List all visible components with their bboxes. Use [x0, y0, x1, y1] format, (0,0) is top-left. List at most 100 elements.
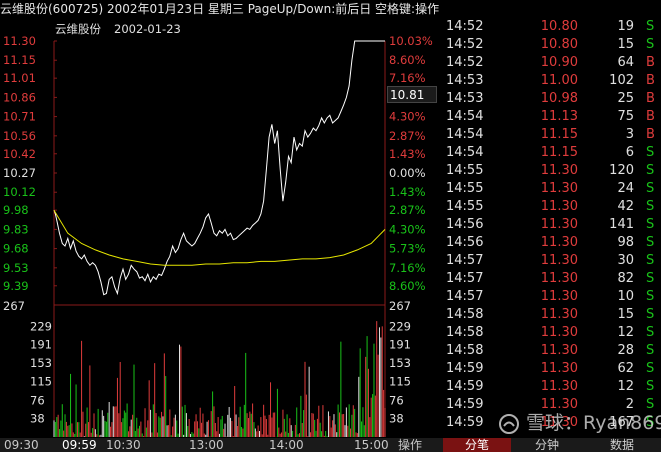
tick-side: S [646, 163, 655, 178]
tick-price: 11.15 [540, 127, 578, 142]
tick-price: 11.30 [540, 307, 578, 322]
tick-list[interactable]: 14:52 10.80 19 S 14:52 10.80 15 S 14:52 10.90 64 B 1… [440, 18, 661, 438]
tick-side: S [646, 307, 655, 322]
volume-tick-label: 38 [30, 412, 45, 426]
tick-row[interactable]: 14:59 11.30 62 S [440, 360, 661, 378]
tick-row[interactable]: 14:55 11.30 42 S [440, 198, 661, 216]
tick-row[interactable]: 14:57 11.30 30 S [440, 252, 661, 270]
tick-side: S [646, 217, 655, 232]
volume-tick-label-right: 76 [389, 393, 404, 407]
tick-time: 14:58 [446, 343, 484, 358]
intraday-chart-svg: 云维股份 2002-01-23 11.30 10.03% 11.15 8.60% 11.01… [3, 22, 433, 437]
tab-shuju[interactable]: 数据 [583, 438, 661, 452]
tick-price: 11.30 [540, 361, 578, 376]
legend-date: 2002-01-23 [114, 22, 181, 36]
tick-time: 14:59 [446, 361, 484, 376]
tick-side: S [646, 289, 655, 304]
tick-side: B [646, 109, 655, 124]
tick-price: 11.30 [540, 379, 578, 394]
tick-row[interactable]: 14:55 11.30 120 S [440, 162, 661, 180]
volume-tick-label-right: 115 [389, 374, 411, 388]
tick-price: 11.30 [540, 199, 578, 214]
volume-tick-label: 191 [30, 338, 52, 352]
tick-time: 14:55 [446, 181, 484, 196]
volume-tick-label: 115 [30, 374, 52, 388]
tick-row[interactable]: 14:52 10.80 19 S [440, 18, 661, 36]
price-tick-label: 9.83 [3, 222, 29, 236]
tick-row[interactable]: 14:52 10.90 64 B [440, 54, 661, 72]
tick-row[interactable]: 14:58 11.30 12 S [440, 324, 661, 342]
tick-price: 11.30 [540, 289, 578, 304]
tick-volume: 64 [617, 55, 634, 70]
volume-tick-label-right: 191 [389, 338, 411, 352]
tick-row[interactable]: 14:55 11.30 24 S [440, 180, 661, 198]
tick-price: 11.15 [540, 145, 578, 160]
tick-price: 11.30 [540, 217, 578, 232]
tick-row[interactable]: 14:58 11.30 28 S [440, 342, 661, 360]
price-tick-label: 9.53 [3, 261, 29, 275]
tick-time: 14:55 [446, 163, 484, 178]
tick-row[interactable]: 14:56 11.30 98 S [440, 234, 661, 252]
pct-tick-label: 4.30% [389, 110, 426, 124]
tick-volume: 12 [617, 325, 634, 340]
tick-price: 11.13 [540, 109, 578, 124]
tick-row[interactable]: 14:56 11.30 141 S [440, 216, 661, 234]
tick-side: S [646, 271, 655, 286]
tick-volume: 120 [609, 163, 634, 178]
pct-tick-label: 8.60% [389, 53, 426, 67]
tick-time: 14:52 [446, 55, 484, 70]
price-tick-label: 10.42 [3, 147, 36, 161]
tick-price: 11.30 [540, 181, 578, 196]
tick-time: 14:53 [446, 91, 484, 106]
tick-volume: 62 [617, 361, 634, 376]
tick-volume: 12 [617, 379, 634, 394]
tick-side: S [646, 19, 655, 34]
tick-row[interactable]: 14:57 11.30 10 S [440, 288, 661, 306]
tick-side: S [646, 253, 655, 268]
tick-volume: 15 [617, 307, 634, 322]
tick-side: S [646, 361, 655, 376]
tick-time: 14:57 [446, 253, 484, 268]
pct-tick-label: 4.30% [389, 222, 426, 236]
price-tick-label: 10.71 [3, 110, 36, 124]
tick-volume: 6 [625, 145, 634, 160]
price-tick-label: 11.30 [3, 34, 36, 48]
tick-row[interactable]: 14:58 11.30 15 S [440, 306, 661, 324]
price-tick-label: 11.01 [3, 71, 36, 85]
tick-row[interactable]: 14:53 11.00 102 B [440, 72, 661, 90]
tick-volume: 28 [617, 343, 634, 358]
price-tick-label: 9.68 [3, 242, 29, 256]
tick-row[interactable]: 14:57 11.30 82 S [440, 270, 661, 288]
tick-time: 14:55 [446, 199, 484, 214]
tick-row[interactable]: 14:53 10.98 25 B [440, 90, 661, 108]
tick-row[interactable]: 14:52 10.80 15 S [440, 36, 661, 54]
tick-side: S [646, 235, 655, 250]
price-tick-label: 10.56 [3, 129, 36, 143]
tick-row[interactable]: 14:54 11.15 6 S [440, 144, 661, 162]
tab-fenzhong[interactable]: 分钟 [513, 438, 581, 452]
volume-top-label-left: 267 [3, 299, 25, 313]
pct-tick-label: 2.87% [389, 203, 426, 217]
pct-tick-label: 2.87% [389, 129, 426, 143]
tab-fenbi[interactable]: 分笔 [443, 438, 511, 452]
tick-side: S [646, 145, 655, 160]
tick-time: 14:56 [446, 217, 484, 232]
tick-row[interactable]: 14:54 11.13 75 B [440, 108, 661, 126]
tab-fenbi-label: 分笔 [464, 438, 489, 452]
time-axis-label: 14:00 [269, 438, 304, 452]
tick-volume: 42 [617, 199, 634, 214]
tick-volume: 75 [617, 109, 634, 124]
tick-row[interactable]: 14:59 11.30 12 S [440, 378, 661, 396]
tick-time: 14:58 [446, 325, 484, 340]
intraday-chart[interactable]: 云维股份 2002-01-23 11.30 10.03% 11.15 8.60% 11.01… [0, 18, 440, 438]
tick-row[interactable]: 14:54 11.15 3 B [440, 126, 661, 144]
volume-tick-label-right: 229 [389, 319, 411, 333]
tick-time: 14:59 [446, 415, 484, 430]
operation-label[interactable]: 操作 [398, 438, 422, 452]
tick-time: 14:53 [446, 73, 484, 88]
tick-price: 10.80 [540, 37, 578, 52]
tab-fenzhong-label: 分钟 [534, 438, 559, 452]
tick-side: S [646, 343, 655, 358]
tick-side: B [646, 55, 655, 70]
pct-tick-label: 0.00% [389, 166, 426, 180]
